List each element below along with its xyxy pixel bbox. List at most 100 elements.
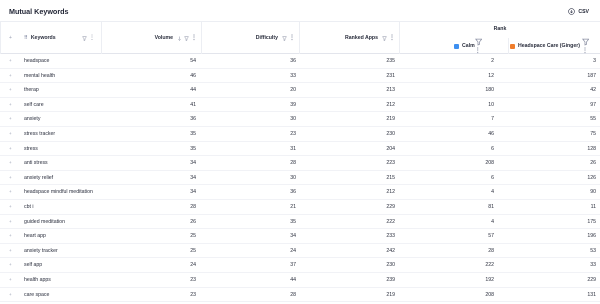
row-expand-icon[interactable]: +	[9, 112, 12, 127]
headspace-rank-cell: 196	[587, 233, 596, 240]
row-expand-icon[interactable]: +	[9, 54, 12, 69]
filter-icon[interactable]	[282, 36, 287, 41]
headspace-rank-cell: 175	[587, 218, 596, 225]
difficulty-cell: 20	[290, 87, 296, 94]
keyword-cell: anxiety tracker	[24, 247, 58, 254]
column-header-calm[interactable]: Calm ⋮	[454, 38, 509, 54]
keyword-cell: stress	[24, 145, 38, 152]
calm-rank-cell: 28	[488, 247, 494, 254]
row-expand-icon[interactable]: +	[9, 185, 12, 200]
filter-icon[interactable]	[581, 38, 590, 46]
table-row[interactable]: + heart app 25 34 233 57 196	[0, 229, 600, 244]
column-menu-icon[interactable]: ⋮	[582, 48, 588, 54]
column-header-headspace[interactable]: Headspace Care (Ginger) ⋮	[510, 38, 600, 54]
calm-rank-cell: 7	[491, 116, 494, 123]
ranked-apps-cell: 219	[386, 291, 395, 298]
difficulty-cell: 30	[290, 174, 296, 181]
column-header-volume[interactable]: Volume ⋮	[102, 22, 202, 54]
table-row[interactable]: + cbt i 28 21 229 81 11	[0, 200, 600, 215]
difficulty-cell: 44	[290, 276, 296, 283]
sort-desc-icon[interactable]	[177, 36, 182, 41]
column-menu-icon[interactable]: ⋮	[475, 48, 481, 54]
table-row[interactable]: + guided meditation 26 35 222 4 175	[0, 215, 600, 230]
volume-cell: 24	[190, 262, 196, 269]
headspace-rank-cell: 53	[590, 247, 596, 254]
difficulty-cell: 31	[290, 145, 296, 152]
table-row[interactable]: + anxiety relief 34 30 215 6 126	[0, 171, 600, 186]
table-row[interactable]: + care space 23 28 219 208 131	[0, 288, 600, 303]
table-row[interactable]: + stress 35 31 204 6 128	[0, 142, 600, 157]
table-row[interactable]: + self app 24 37 230 222 33	[0, 258, 600, 273]
column-label-difficulty: Difficulty	[255, 35, 278, 41]
filter-icon[interactable]	[82, 36, 87, 41]
row-expand-icon[interactable]: +	[9, 127, 12, 142]
keyword-cell: therap	[24, 87, 39, 94]
column-menu-icon[interactable]: ⋮	[191, 35, 197, 41]
table-row[interactable]: + headspace 54 36 235 2 3	[0, 54, 600, 69]
ranked-apps-cell: 222	[386, 218, 395, 225]
row-expand-icon[interactable]: +	[9, 215, 12, 230]
ranked-apps-cell: 242	[386, 247, 395, 254]
column-header-ranked-apps[interactable]: Ranked Apps ⋮	[300, 22, 400, 54]
difficulty-cell: 24	[290, 247, 296, 254]
keywords-header-tools-anchor	[0, 22, 1, 54]
row-expand-icon[interactable]: +	[9, 98, 12, 113]
row-expand-icon[interactable]: +	[9, 171, 12, 186]
table-row[interactable]: + health apps 23 44 239 192 229	[0, 273, 600, 288]
row-expand-icon[interactable]: +	[9, 142, 12, 157]
filter-icon[interactable]	[474, 38, 483, 46]
table-row[interactable]: + anxiety tracker 25 24 242 28 53	[0, 244, 600, 259]
volume-cell: 35	[190, 130, 196, 137]
calm-rank-cell: 6	[491, 145, 494, 152]
row-expand-icon[interactable]: +	[9, 273, 12, 288]
table-row[interactable]: + stress tracker 35 23 230 46 75	[0, 127, 600, 142]
row-expand-icon[interactable]: +	[9, 288, 12, 303]
volume-cell: 28	[190, 203, 196, 210]
column-group-label-rank: Rank	[493, 26, 507, 32]
column-drag-handle-icon[interactable]: ⠿	[24, 35, 28, 41]
keyword-cell: health apps	[24, 276, 51, 283]
keyword-cell: heart app	[24, 233, 46, 240]
keywords-table: + ⠿ Keywords ⋮ Volume ⋮ Difficulty ⋮ Ran…	[0, 22, 600, 303]
column-menu-icon[interactable]: ⋮	[389, 35, 395, 41]
headspace-rank-cell: 33	[590, 262, 596, 269]
headspace-rank-cell: 187	[587, 72, 596, 79]
table-row[interactable]: + therap 44 20 213 180 42	[0, 83, 600, 98]
difficulty-cell: 39	[290, 101, 296, 108]
table-row[interactable]: + self care 41 39 212 10 97	[0, 98, 600, 113]
keyword-cell: anti stress	[24, 160, 48, 167]
ranked-apps-cell: 212	[386, 189, 395, 196]
row-expand-icon[interactable]: +	[9, 200, 12, 215]
filter-icon[interactable]	[184, 36, 189, 41]
column-label-headspace: Headspace Care (Ginger)	[518, 43, 580, 49]
filter-icon[interactable]	[382, 36, 387, 41]
row-expand-icon[interactable]: +	[9, 258, 12, 273]
table-row[interactable]: + mental health 46 33 231 12 187	[0, 69, 600, 84]
row-expand-icon[interactable]: +	[9, 69, 12, 84]
table-row[interactable]: + anti stress 34 28 223 208 26	[0, 156, 600, 171]
calm-rank-cell: 180	[485, 87, 494, 94]
difficulty-cell: 34	[290, 233, 296, 240]
row-expand-icon[interactable]: +	[9, 244, 12, 259]
volume-cell: 23	[190, 291, 196, 298]
row-expand-icon[interactable]: +	[9, 156, 12, 171]
table-row[interactable]: + headspace mindful meditation 34 36 212 4 90	[0, 185, 600, 200]
calm-rank-cell: 2	[491, 58, 494, 64]
headspace-rank-cell: 75	[590, 130, 596, 137]
headspace-rank-cell: 26	[590, 160, 596, 167]
export-csv-label: CSV	[578, 8, 589, 15]
volume-cell: 34	[190, 189, 196, 196]
row-expand-icon[interactable]: +	[9, 229, 12, 244]
column-menu-icon[interactable]: ⋮	[89, 35, 95, 41]
keyword-cell: guided meditation	[24, 218, 65, 225]
export-csv-button[interactable]: CSV	[564, 5, 594, 18]
table-row[interactable]: + anxiety 36 30 219 7 55	[0, 112, 600, 127]
calm-rank-cell: 4	[491, 218, 494, 225]
calm-app-icon	[454, 43, 459, 49]
volume-cell: 23	[190, 276, 196, 283]
column-header-difficulty[interactable]: Difficulty ⋮	[202, 22, 300, 54]
expand-all-icon[interactable]: +	[9, 22, 14, 54]
row-expand-icon[interactable]: +	[9, 83, 12, 98]
headspace-header-tools: ⋮	[581, 38, 590, 54]
column-menu-icon[interactable]: ⋮	[289, 35, 295, 41]
